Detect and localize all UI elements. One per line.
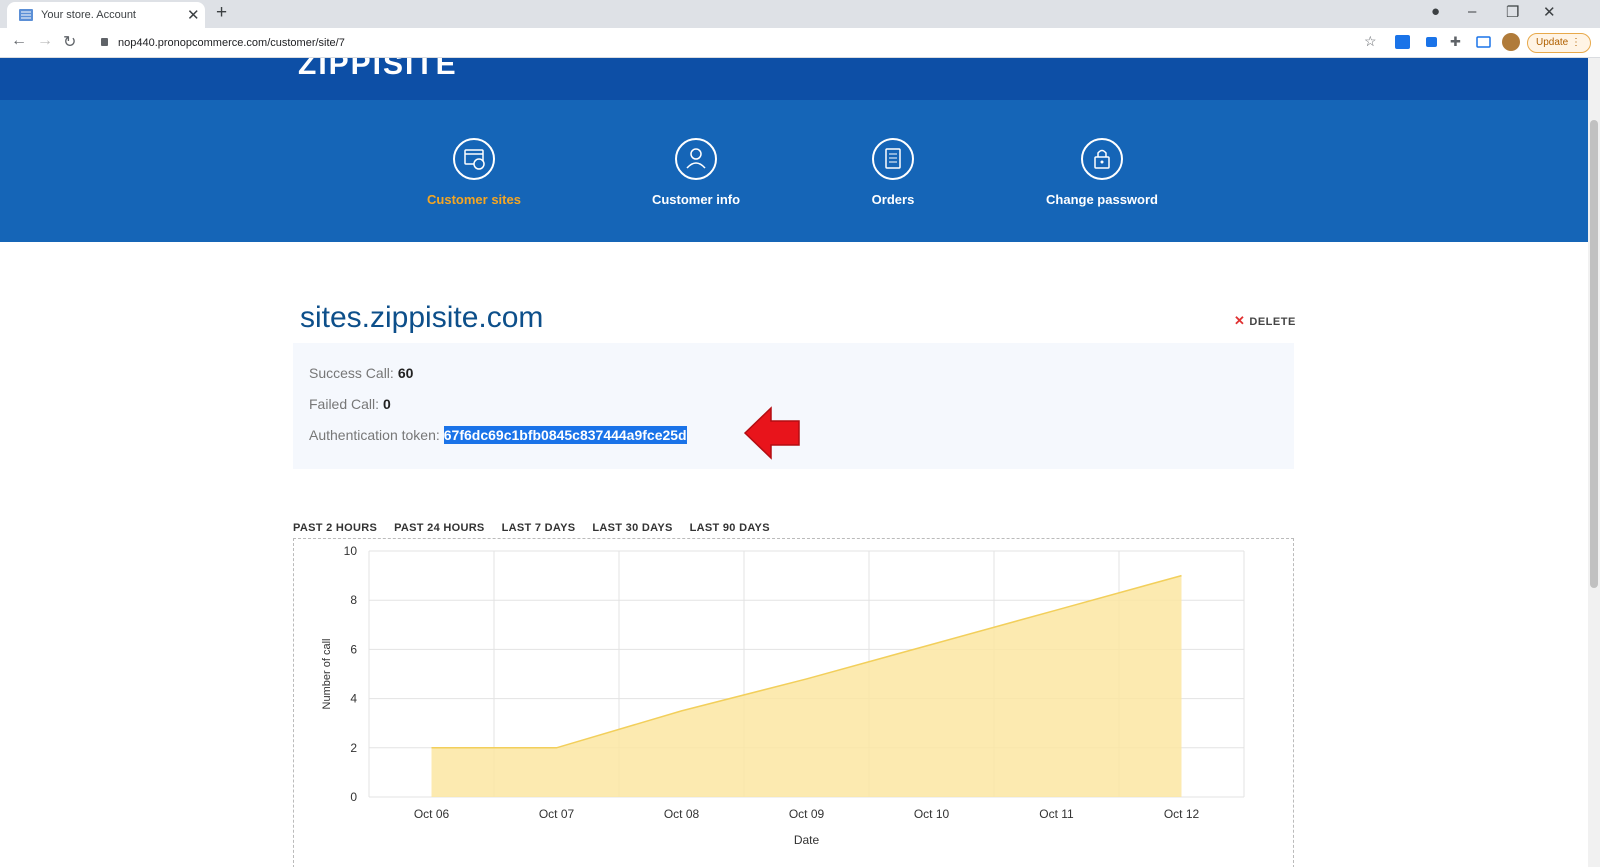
x-tick-label: Oct 06 <box>414 807 450 821</box>
red-arrow-icon <box>743 406 800 460</box>
y-tick-label: 10 <box>344 544 358 558</box>
scrollbar-thumb[interactable] <box>1590 120 1598 588</box>
calls-chart: 0 2 4 6 8 10 Oct 06 Oct 07 Oct 08 Oct 09 Oct 10 Oct… <box>293 538 1294 867</box>
range-past-24-hours[interactable]: PAST 24 HOURS <box>394 522 485 534</box>
restore-icon[interactable]: ❐ <box>1506 3 1519 21</box>
page-viewport: ZIPPISITE Customer sites Customer info O… <box>0 58 1588 867</box>
close-icon: ✕ <box>1234 313 1246 328</box>
puzzle-icon[interactable]: ✚ <box>1450 34 1461 50</box>
nav-customer-sites[interactable]: Customer sites <box>389 138 559 207</box>
y-tick-label: 6 <box>350 642 357 656</box>
area-series <box>431 575 1182 797</box>
chart-svg: 0 2 4 6 8 10 Oct 06 Oct 07 Oct 08 Oct 09 Oct 10 Oct… <box>321 544 1245 847</box>
reload-icon[interactable]: ↻ <box>63 32 76 52</box>
nav-change-password[interactable]: Change password <box>1017 138 1187 207</box>
site-title: sites.zippisite.com <box>300 301 544 334</box>
close-tab-icon[interactable]: ✕ <box>187 6 200 24</box>
user-icon <box>675 138 717 180</box>
x-tick-label: Oct 10 <box>914 807 950 821</box>
range-last-30-days[interactable]: LAST 30 DAYS <box>592 522 672 534</box>
forward-icon[interactable]: → <box>37 32 53 50</box>
x-tick-label: Oct 12 <box>1164 807 1200 821</box>
browser-tab[interactable]: Your store. Account ✕ <box>7 2 205 28</box>
lock-icon <box>101 38 108 46</box>
failed-call-value: 0 <box>383 396 391 412</box>
avatar[interactable] <box>1502 33 1520 51</box>
favicon-icon <box>19 9 33 21</box>
x-tick-label: Oct 07 <box>539 807 575 821</box>
nav-orders[interactable]: Orders <box>808 138 978 207</box>
tab-title: Your store. Account <box>41 9 136 21</box>
y-tick-label: 2 <box>350 741 357 755</box>
document-icon <box>872 138 914 180</box>
back-icon[interactable]: ← <box>11 32 27 50</box>
success-call-value: 60 <box>397 365 414 381</box>
x-tick-label: Oct 09 <box>789 807 825 821</box>
update-button[interactable]: Update ⋮ <box>1527 33 1591 53</box>
profile-dropdown-icon[interactable]: ● <box>1431 3 1440 20</box>
range-last-90-days[interactable]: LAST 90 DAYS <box>690 522 770 534</box>
close-window-icon[interactable]: ✕ <box>1543 3 1556 21</box>
nav-label: Change password <box>1046 192 1158 207</box>
nav-label: Customer sites <box>427 192 521 207</box>
auth-token-row: Authentication token: 67f6dc69c1bfb0845c8… <box>309 426 687 444</box>
extension-new-icon[interactable] <box>1395 35 1410 49</box>
x-tick-label: Oct 11 <box>1039 807 1074 821</box>
globe-window-icon <box>453 138 495 180</box>
y-tick-label: 0 <box>350 790 357 804</box>
browser-tab-bar: Your store. Account ✕ + ● – ❐ ✕ <box>0 0 1600 28</box>
x-axis-label: Date <box>794 833 820 847</box>
y-tick-label: 8 <box>350 593 357 607</box>
browser-toolbar: ← → ↻ nop440.pronopcommerce.com/customer… <box>0 28 1600 58</box>
nav-label: Orders <box>871 192 915 207</box>
cast-icon[interactable] <box>1476 35 1491 49</box>
y-tick-label: 4 <box>350 692 357 706</box>
site-header: ZIPPISITE <box>0 58 1588 100</box>
range-past-2-hours[interactable]: PAST 2 HOURS <box>293 522 377 534</box>
range-last-7-days[interactable]: LAST 7 DAYS <box>502 522 576 534</box>
auth-token-value[interactable]: 67f6dc69c1bfb0845c837444a9fce25d <box>443 426 687 444</box>
account-nav: Customer sites Customer info Orders Chan… <box>0 100 1588 242</box>
time-range-tabs: PAST 2 HOURS PAST 24 HOURS LAST 7 DAYS LAST… <box>293 518 787 536</box>
bookmark-star-icon[interactable]: ☆ <box>1364 33 1377 50</box>
nav-label: Customer info <box>651 192 741 207</box>
minimize-icon[interactable]: – <box>1468 3 1476 20</box>
x-tick-label: Oct 08 <box>664 807 700 821</box>
delete-button[interactable]: ✕ DELETE <box>1234 313 1296 329</box>
address-bar[interactable]: nop440.pronopcommerce.com/customer/site/… <box>118 37 345 49</box>
new-tab-icon[interactable]: + <box>216 2 227 24</box>
lock-icon <box>1081 138 1123 180</box>
nav-customer-info[interactable]: Customer info <box>611 138 781 207</box>
extension-icon[interactable] <box>1424 35 1439 49</box>
success-call-row: Success Call: 60 <box>309 365 414 381</box>
failed-call-row: Failed Call: 0 <box>309 396 391 412</box>
y-axis-label: Number of call <box>321 639 333 710</box>
site-logo[interactable]: ZIPPISITE <box>298 58 458 82</box>
